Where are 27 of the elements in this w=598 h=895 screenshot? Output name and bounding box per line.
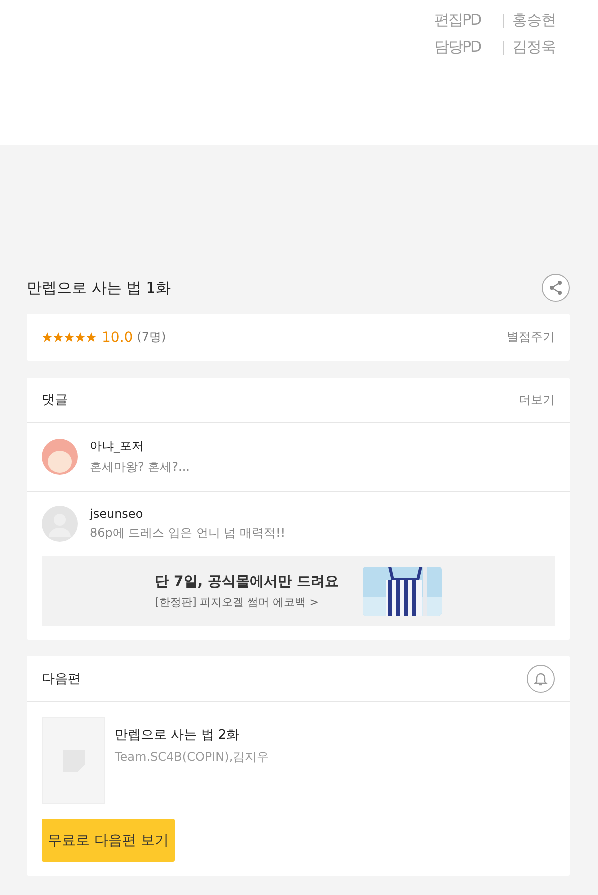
share-button[interactable]	[542, 274, 570, 302]
credit-role: 편집PD	[434, 11, 482, 30]
avatar-icon	[42, 439, 78, 475]
rating-score: 10.0	[102, 330, 134, 346]
promo-banner[interactable]: 단 7일, 공식몰에서만 드려요 [한정판] 피지오겔 썸머 에코백 >	[42, 556, 555, 626]
avatar-icon	[42, 506, 78, 542]
episode-title: 만렙으로 사는 법 1화	[27, 278, 171, 298]
banner-headline: 단 7일, 공식몰에서만 드려요	[155, 572, 339, 590]
rating-count: (7명)	[137, 329, 166, 346]
comments-heading: 댓글	[42, 392, 68, 409]
comment-text: 86p에 드레스 입은 언니 넘 매력적!!	[90, 524, 286, 542]
notification-button[interactable]	[527, 664, 555, 692]
credit-name: 홍승현	[512, 11, 556, 30]
rate-link[interactable]: 별점주기	[507, 329, 555, 346]
more-link[interactable]: 더보기	[519, 392, 555, 408]
comment-author: 아냐_포저	[90, 438, 145, 455]
share-icon	[548, 280, 564, 296]
episode-title[interactable]: 만렙으로 사는 법 2화	[115, 726, 270, 744]
next-heading: 다음편	[42, 670, 81, 688]
comment-author: jseunseo	[90, 506, 144, 520]
credit-name: 김정욱	[512, 38, 556, 57]
episode-authors: Team.SC4B(COPIN),김지우	[115, 749, 270, 766]
comment-text: 혼세마왕? 혼세?...	[90, 459, 190, 476]
banner-subtitle: [한정판] 피지오겔 썸머 에코백 >	[155, 594, 320, 610]
next-episode-button[interactable]: 무료로 다음편 보기	[42, 819, 175, 862]
credit-role: 담당PD	[434, 38, 482, 57]
bell-icon	[533, 670, 549, 686]
